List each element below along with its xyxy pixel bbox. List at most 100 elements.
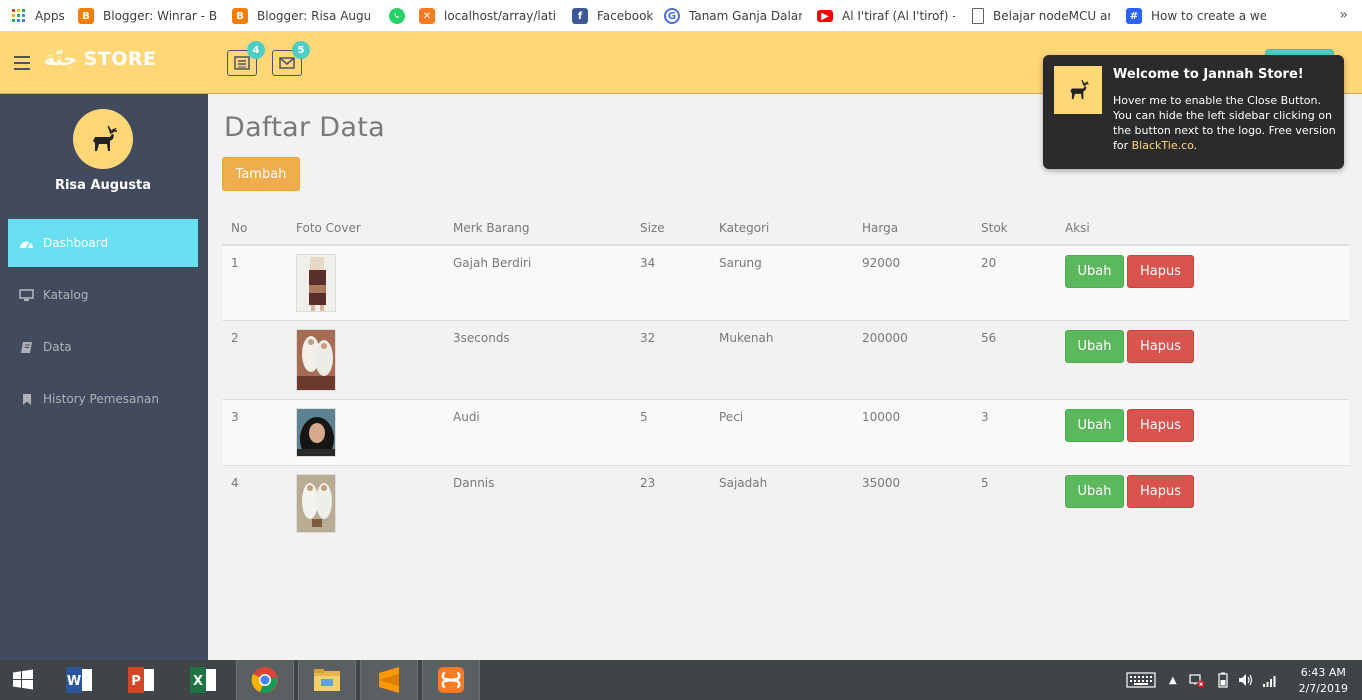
bookmark-blogger-risa[interactable]: B Blogger: Risa Augusta <box>232 0 370 32</box>
bookmark-icon <box>19 392 34 407</box>
add-button[interactable]: Tambah <box>222 157 300 191</box>
bookmark-nodemcu[interactable]: Belajar nodeMCU ard <box>972 0 1110 32</box>
sidebar-item-label: History Pemesanan <box>43 392 159 406</box>
taskbar-word[interactable]: W <box>50 660 108 700</box>
column-header-harga: Harga <box>862 221 899 235</box>
taskbar-xampp[interactable] <box>422 660 480 700</box>
bookmark-label: Belajar nodeMCU ard <box>993 9 1110 23</box>
cell-harga: 10000 <box>862 410 901 424</box>
apps-grid-icon <box>12 9 26 23</box>
cell-kategori: Mukenah <box>719 331 774 345</box>
store-logo[interactable]: جنّة STORE <box>44 48 157 70</box>
keyboard-icon[interactable] <box>1126 660 1156 700</box>
blogger-icon: B <box>232 8 248 24</box>
table-row: 1 Gajah Berdiri 34 Sarung 92000 20 Ubah … <box>222 246 1349 321</box>
taskbar-excel[interactable]: X <box>174 660 232 700</box>
column-header-stok: Stok <box>981 221 1008 235</box>
network-error-icon[interactable] <box>1189 660 1205 700</box>
edit-button[interactable]: Ubah <box>1065 409 1124 442</box>
tasks-badge: 4 <box>247 41 265 59</box>
cell-size: 23 <box>640 476 656 490</box>
cell-harga: 35000 <box>862 476 901 490</box>
deer-icon <box>1070 79 1089 100</box>
svg-text:X: X <box>193 674 203 689</box>
sidebar-item-dashboard[interactable]: Dashboard <box>8 219 198 267</box>
cell-kategori: Sarung <box>719 256 762 270</box>
tasks-button[interactable]: 4 <box>227 41 265 76</box>
bookmark-localhost[interactable]: ✕ localhost/array/latiha <box>419 0 555 32</box>
sidebar-toggle-icon[interactable] <box>14 56 30 70</box>
logo-text: STORE <box>83 48 157 70</box>
cell-merk: Dannis <box>453 476 495 490</box>
cell-size: 32 <box>640 331 656 345</box>
bookmark-youtube[interactable]: ▶ Al I'tiraf (Al I'tirof) - S <box>817 0 955 32</box>
start-button[interactable] <box>0 660 46 700</box>
notification-end: . <box>1193 139 1198 152</box>
facebook-icon: f <box>572 8 588 24</box>
bookmark-howto[interactable]: # How to create a webs <box>1126 0 1266 32</box>
system-clock[interactable]: 6:43 AM 2/7/2019 <box>1299 665 1348 697</box>
deer-icon <box>93 125 117 151</box>
welcome-notification[interactable]: Welcome to Jannah Store! Hover me to ena… <box>1043 55 1344 169</box>
bookmarks-overflow-button[interactable]: » <box>1339 7 1348 23</box>
envelope-icon <box>279 57 295 69</box>
mail-button[interactable]: 5 <box>272 41 310 76</box>
sidebar-item-label: Katalog <box>43 288 89 302</box>
sidebar-item-label: Data <box>43 340 72 354</box>
cell-kategori: Peci <box>719 410 744 424</box>
bookmark-apps[interactable]: Apps <box>12 0 65 32</box>
sidebar-item-history[interactable]: History Pemesanan <box>8 375 198 423</box>
bookmark-tanam[interactable]: G Tanam Ganja Dalam <box>664 0 802 32</box>
bookmark-whatsapp[interactable] <box>389 0 409 32</box>
column-header-aksi: Aksi <box>1065 221 1090 235</box>
taskbar-file-explorer[interactable] <box>298 660 356 700</box>
delete-button[interactable]: Hapus <box>1127 255 1194 288</box>
edit-button[interactable]: Ubah <box>1065 330 1124 363</box>
cell-size: 5 <box>640 410 648 424</box>
delete-button[interactable]: Hapus <box>1127 409 1194 442</box>
youtube-icon: ▶ <box>817 10 833 22</box>
clock-date: 2/7/2019 <box>1298 682 1348 695</box>
wifi-signal-icon[interactable] <box>1262 660 1278 700</box>
bookmark-facebook[interactable]: f Facebook <box>572 0 653 32</box>
blacktie-link[interactable]: BlackTie.co <box>1132 139 1194 152</box>
avatar[interactable] <box>73 109 133 169</box>
chevron-up-icon[interactable]: ▲ <box>1169 660 1177 700</box>
bookmark-label: localhost/array/latiha <box>444 9 555 23</box>
battery-icon[interactable] <box>1218 660 1228 700</box>
chrome-icon <box>251 667 278 693</box>
taskbar-powerpoint[interactable]: P <box>112 660 170 700</box>
page-title: Daftar Data <box>224 112 385 143</box>
sidebar-item-data[interactable]: Data <box>8 323 198 371</box>
edit-button[interactable]: Ubah <box>1065 475 1124 508</box>
cell-merk: Gajah Berdiri <box>453 256 532 270</box>
bookmark-label: Al I'tiraf (Al I'tirof) - S <box>842 9 955 23</box>
powerpoint-icon: P <box>128 667 154 693</box>
svg-text:P: P <box>131 674 141 689</box>
delete-button[interactable]: Hapus <box>1127 330 1194 363</box>
volume-icon[interactable] <box>1238 660 1254 700</box>
delete-button[interactable]: Hapus <box>1127 475 1194 508</box>
taskbar-chrome[interactable] <box>236 660 294 700</box>
word-icon: W <box>66 667 92 693</box>
product-image <box>296 329 336 391</box>
taskbar-sublime[interactable] <box>360 660 418 700</box>
column-header-no: No <box>231 221 248 235</box>
bookmark-label: Blogger: Risa Augusta <box>257 9 370 23</box>
table-row: 3 Audi 5 Peci 10000 3 Ubah Hapus <box>222 400 1349 466</box>
product-image <box>296 254 336 312</box>
table-header: No Foto Cover Merk Barang Size Kategori … <box>222 211 1349 246</box>
bookmark-blogger-winrar[interactable]: B Blogger: Winrar - Bua <box>78 0 218 32</box>
bookmark-label: Tanam Ganja Dalam <box>689 9 802 23</box>
notification-title: Welcome to Jannah Store! <box>1113 67 1304 82</box>
cell-no: 3 <box>231 410 239 424</box>
cell-no: 1 <box>231 256 239 270</box>
xampp-icon: ✕ <box>419 8 435 24</box>
cell-stok: 56 <box>981 331 997 345</box>
column-header-foto: Foto Cover <box>296 221 361 235</box>
cell-size: 34 <box>640 256 656 270</box>
profile-name: Risa Augusta <box>54 178 152 193</box>
edit-button[interactable]: Ubah <box>1065 255 1124 288</box>
sidebar-item-katalog[interactable]: Katalog <box>8 271 198 319</box>
notification-image <box>1054 66 1102 114</box>
